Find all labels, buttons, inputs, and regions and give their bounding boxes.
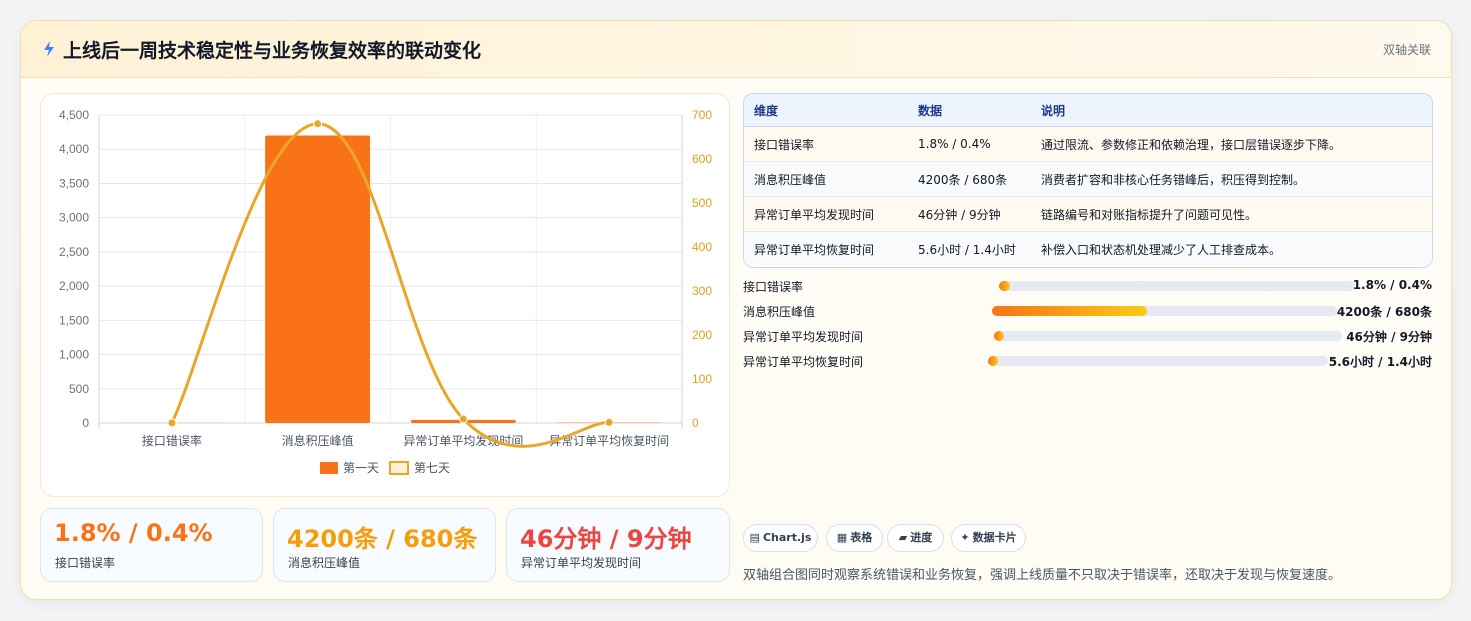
bar <box>265 135 371 423</box>
table-icon: ▦ <box>836 531 848 544</box>
progress-row: 接口错误率 1.8% / 0.4% <box>743 276 1432 296</box>
y-left-tick-label: 4,000 <box>59 142 89 156</box>
tag-table[interactable]: ▦ 表格 <box>826 524 883 552</box>
tag-progress[interactable]: ▰ 进度 <box>887 524 944 552</box>
y-left-tick-label: 3,500 <box>59 176 89 190</box>
progress-label: 消息积压峰值 <box>743 305 816 319</box>
y-right-tick-label: 300 <box>692 284 712 298</box>
progress-value: 4200条 / 680条 <box>1336 305 1432 319</box>
table-header-cell: 说明 <box>1031 94 1432 127</box>
tag-stat-cards[interactable]: ✦ 数据卡片 <box>951 524 1026 552</box>
table-row: 接口错误率 1.8% / 0.4% 通过限流、参数修正和依赖治理，接口层错误逐步… <box>744 126 1432 162</box>
tag-label: 数据卡片 <box>972 531 1017 544</box>
progress-fill <box>988 356 999 366</box>
table-header-cell: 数据 <box>908 94 1031 127</box>
table-cell: 4200条 / 680条 <box>908 161 1031 197</box>
stat-label: 异常订单平均发现时间 <box>521 556 642 570</box>
sparkle-icon: ✦ <box>960 531 970 544</box>
stat-value: 4200条 / 680条 <box>287 525 478 553</box>
lightning-icon <box>44 41 54 57</box>
y-left-tick-label: 1,500 <box>59 313 89 327</box>
table-header-cell: 维度 <box>744 94 908 127</box>
y-right-tick-label: 700 <box>692 108 712 122</box>
chart-icon: ▤ <box>749 531 760 544</box>
stat-label: 消息积压峰值 <box>288 556 361 570</box>
page-title: 上线后一周技术稳定性与业务恢复效率的联动变化 <box>63 40 482 62</box>
table-header-row: 维度 数据 说明 <box>744 94 1432 127</box>
progress-row: 消息积压峰值 4200条 / 680条 <box>743 301 1432 321</box>
stat-label: 接口错误率 <box>55 556 116 570</box>
dual-axis-chart: 0 500 1,000 1,500 2,000 2,500 3,000 3,500 4,000 4… <box>59 108 712 475</box>
progress-fill <box>999 281 1010 291</box>
legend-label: 第七天 <box>414 461 450 475</box>
y-right-tick-label: 400 <box>692 240 712 254</box>
table-cell: 异常订单平均恢复时间 <box>744 231 908 266</box>
y-left-tick-label: 0 <box>82 416 89 430</box>
progress-value: 46分钟 / 9分钟 <box>1346 330 1432 344</box>
table-row: 异常订单平均发现时间 46分钟 / 9分钟 链路编号和对账指标提升了问题可见性。 <box>744 196 1432 232</box>
progress-track <box>992 306 1337 316</box>
data-table: 维度 数据 说明 接口错误率 1.8% / 0.4% 通过限流、参数修正和依赖治… <box>743 93 1433 268</box>
progress-fill <box>994 331 1005 341</box>
card-header: 上线后一周技术稳定性与业务恢复效率的联动变化 双轴关联 <box>21 21 1451 78</box>
data-point <box>604 417 614 427</box>
y-left-tick-label: 500 <box>69 382 89 396</box>
progress-icon: ▰ <box>898 531 908 544</box>
progress-track <box>999 281 1355 291</box>
y-left-tick-label: 2,500 <box>59 245 89 259</box>
tag-label: Chart.js <box>762 531 812 544</box>
y-left-tick-label: 2,000 <box>59 279 89 293</box>
y-left-tick-label: 3,000 <box>59 211 89 225</box>
progress-track <box>994 331 1342 341</box>
footer-note: 双轴组合图同时观察系统错误和业务恢复，强调上线质量不只取决于错误率，还取决于发现… <box>743 568 1342 583</box>
stat-card-error-rate: 1.8% / 0.4% 接口错误率 <box>40 508 263 582</box>
tag-chartjs[interactable]: ▤ Chart.js <box>743 524 818 552</box>
progress-value: 5.6小时 / 1.4小时 <box>1328 355 1432 369</box>
stat-card-detect-time: 46分钟 / 9分钟 异常订单平均发现时间 <box>506 508 730 582</box>
progress-value: 1.8% / 0.4% <box>1352 278 1432 292</box>
tag-label: 表格 <box>850 531 873 544</box>
progress-row: 异常订单平均恢复时间 5.6小时 / 1.4小时 <box>743 351 1432 371</box>
y-right-tick-label: 0 <box>692 416 699 430</box>
legend-swatch-bar <box>320 462 338 474</box>
stat-card-backlog: 4200条 / 680条 消息积压峰值 <box>273 508 496 582</box>
table-cell: 链路编号和对账指标提升了问题可见性。 <box>1031 196 1432 232</box>
table-cell: 通过限流、参数修正和依赖治理，接口层错误逐步下降。 <box>1031 126 1432 162</box>
table-cell: 消费者扩容和非核心任务错峰后，积压得到控制。 <box>1031 161 1432 197</box>
table-cell: 接口错误率 <box>744 126 908 162</box>
table-cell: 消息积压峰值 <box>744 161 908 197</box>
y-left-tick-label: 4,500 <box>59 108 89 122</box>
header-tag: 双轴关联 <box>1382 43 1431 57</box>
chart-panel: 0 500 1,000 1,500 2,000 2,500 3,000 3,500 4,000 4… <box>40 93 730 497</box>
table-cell: 5.6小时 / 1.4小时 <box>908 231 1031 266</box>
table-row: 消息积压峰值 4200条 / 680条 消费者扩容和非核心任务错峰后，积压得到控… <box>744 161 1432 197</box>
table-cell: 46分钟 / 9分钟 <box>908 196 1031 232</box>
x-tick-label: 接口错误率 <box>142 433 202 448</box>
table-cell: 异常订单平均发现时间 <box>744 196 908 232</box>
stat-value: 46分钟 / 9分钟 <box>520 525 692 553</box>
y-right-tick-label: 500 <box>692 196 712 210</box>
table-row: 异常订单平均恢复时间 5.6小时 / 1.4小时 补偿入口和状态机处理减少了人工… <box>744 231 1432 266</box>
tag-label: 进度 <box>910 531 933 544</box>
progress-label: 异常订单平均发现时间 <box>743 330 864 344</box>
y-left-tick-label: 1,000 <box>59 348 89 362</box>
progress-label: 接口错误率 <box>743 280 804 294</box>
progress-row: 异常订单平均发现时间 46分钟 / 9分钟 <box>743 326 1432 346</box>
legend-swatch-line <box>389 461 409 475</box>
progress-track <box>988 356 1328 366</box>
x-tick-label: 消息积压峰值 <box>282 433 354 448</box>
progress-fill <box>992 306 1148 316</box>
data-point <box>458 414 468 424</box>
progress-label: 异常订单平均恢复时间 <box>743 355 864 369</box>
main-card: 上线后一周技术稳定性与业务恢复效率的联动变化 双轴关联 0 500 1,000 1,5… <box>20 20 1452 600</box>
y-right-tick-label: 100 <box>692 372 712 386</box>
data-point <box>167 418 177 428</box>
stat-value: 1.8% / 0.4% <box>54 519 213 547</box>
y-right-tick-label: 200 <box>692 328 712 342</box>
data-point <box>313 119 323 129</box>
legend-label: 第一天 <box>343 461 379 475</box>
table-cell: 补偿入口和状态机处理减少了人工排查成本。 <box>1031 231 1432 266</box>
table-cell: 1.8% / 0.4% <box>908 126 1031 162</box>
y-right-tick-label: 600 <box>692 152 712 166</box>
